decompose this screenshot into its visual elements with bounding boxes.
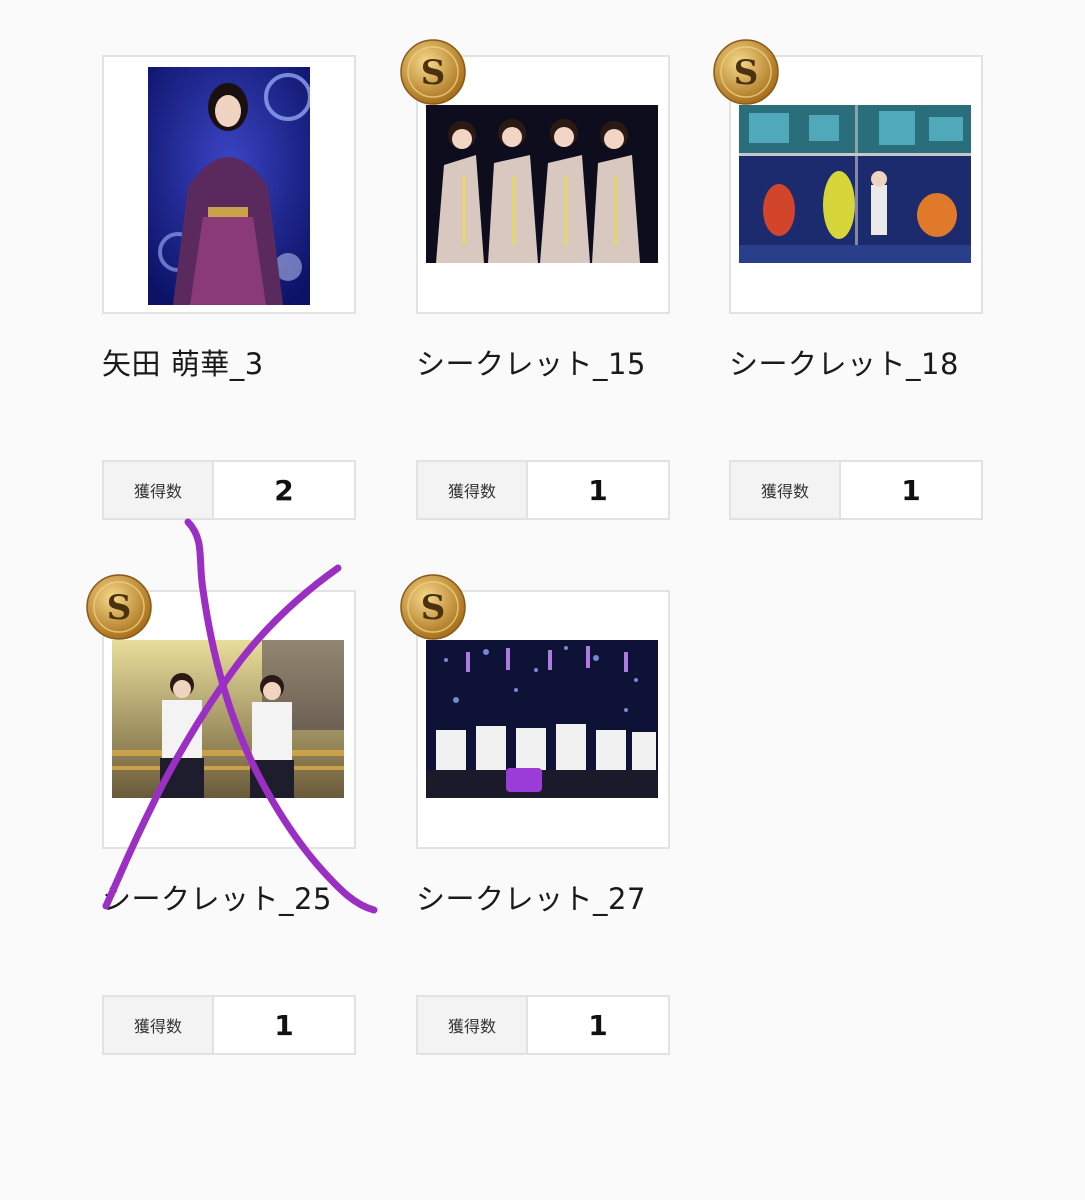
svg-text:S: S [421,53,446,93]
count-value: 1 [901,473,921,507]
card-title: シークレット_27 [416,882,646,916]
count-label: 獲得数 [104,997,214,1053]
svg-text:S: S [421,588,446,628]
svg-text:S: S [734,53,759,93]
acquired-count: 獲得数 1 [729,460,983,520]
count-value: 1 [274,1008,294,1042]
count-value: 1 [588,1008,608,1042]
secret-badge-icon: S [86,574,152,640]
card-photo[interactable] [148,67,310,305]
card-title: シークレット_18 [729,347,959,381]
card-photo[interactable] [426,105,658,263]
acquired-count: 獲得数 2 [102,460,356,520]
card-title: 矢田 萌華_3 [102,347,264,381]
count-label: 獲得数 [418,997,528,1053]
card-photo[interactable] [426,640,658,798]
acquired-count: 獲得数 1 [416,995,670,1055]
count-label: 獲得数 [731,462,841,518]
count-label: 獲得数 [104,462,214,518]
acquired-count: 獲得数 1 [416,460,670,520]
secret-badge-icon: S [400,39,466,105]
count-value: 1 [588,473,608,507]
count-value: 2 [274,473,294,507]
secret-badge-icon: S [713,39,779,105]
card-photo[interactable] [112,640,344,798]
card-title: シークレット_25 [102,882,332,916]
card-photo[interactable] [739,105,971,263]
count-label: 獲得数 [418,462,528,518]
secret-badge-icon: S [400,574,466,640]
svg-text:S: S [107,588,132,628]
card-title: シークレット_15 [416,347,646,381]
acquired-count: 獲得数 1 [102,995,356,1055]
